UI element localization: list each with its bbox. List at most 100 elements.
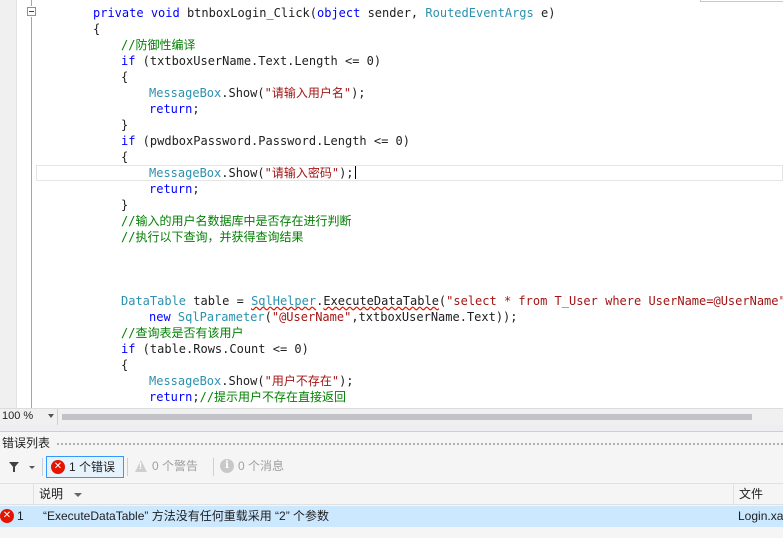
code-token: MessageBox <box>149 374 222 388</box>
code-line[interactable]: { <box>121 357 128 373</box>
editor-margin <box>0 0 17 408</box>
code-line[interactable]: //输入的用户名数据库中是否存在进行判断 <box>121 213 351 229</box>
code-token: if <box>121 342 136 356</box>
code-line[interactable]: } <box>121 197 128 213</box>
error-description: “ExecuteDataTable” 方法没有任何重载采用 “2” 个参数 <box>43 509 330 523</box>
code-line[interactable]: { <box>93 21 100 37</box>
code-line[interactable]: //防御性编译 <box>121 37 195 53</box>
code-line[interactable]: { <box>121 69 128 85</box>
code-token: SqlParameter <box>177 310 265 324</box>
code-line[interactable]: return; <box>149 181 200 197</box>
column-header-icon[interactable] <box>0 484 34 505</box>
code-token: void <box>150 6 180 20</box>
code-line[interactable]: } <box>121 117 128 133</box>
messages-filter-button[interactable]: i 0 个消息 <box>216 456 294 478</box>
panel-grip[interactable] <box>56 442 783 447</box>
code-token: //防御性编译 <box>121 38 196 52</box>
toolbar-separator <box>42 458 43 476</box>
table-row[interactable]: ✕ 1 “ExecuteDataTable” 方法没有任何重载采用 “2” 个参… <box>0 506 783 527</box>
collapse-icon[interactable] <box>27 7 36 16</box>
editor-status-bar: 100 % <box>0 408 783 425</box>
code-line[interactable]: //查询表是否有该用户 <box>121 325 243 341</box>
code-token: ; <box>192 182 200 196</box>
code-token: { <box>121 358 129 372</box>
code-token: "select * from T_User where UserName=@Us… <box>446 294 783 308</box>
code-line[interactable]: { <box>121 149 128 165</box>
code-token: if <box>121 54 136 68</box>
code-token: "用户不存在" <box>264 374 340 388</box>
code-token: .Show( <box>221 86 265 100</box>
scrollbar-thumb[interactable] <box>62 414 752 420</box>
code-line[interactable]: if (table.Rows.Count <= 0) <box>121 341 309 357</box>
error-index: 1 <box>17 509 24 523</box>
code-line[interactable]: DataTable table = SqlHelper.ExecuteDataT… <box>121 293 783 309</box>
zoom-dropdown[interactable]: 100 % <box>0 409 58 425</box>
code-token: ; <box>192 390 200 404</box>
code-line[interactable]: return; <box>149 101 200 117</box>
code-line[interactable]: new SqlParameter("@UserName",txtboxUserN… <box>149 309 518 325</box>
chevron-down-icon[interactable] <box>74 493 82 497</box>
code-token: return <box>149 102 193 116</box>
errors-filter-button[interactable]: ✕ 1 个错误 <box>46 456 124 478</box>
errors-count-label: 1 个错误 <box>69 460 116 474</box>
code-token: SqlHelper <box>251 294 317 308</box>
code-token: table = <box>186 294 252 308</box>
code-token: //输入的用户名数据库中是否存在进行判断 <box>121 214 352 228</box>
code-line[interactable]: MessageBox.Show("用户不存在"); <box>149 373 354 389</box>
column-header-label: 说明 <box>39 487 64 501</box>
code-token: DataTable <box>121 294 187 308</box>
code-token: .Show( <box>221 166 265 180</box>
code-line[interactable]: MessageBox.Show("请输入用户名"); <box>149 85 366 101</box>
outline-guide <box>31 17 32 408</box>
code-token: (pwdboxPassword.Password.Length <= 0) <box>135 134 410 148</box>
info-icon: i <box>220 459 234 473</box>
code-line[interactable]: //执行以下查询，并获得查询结果 <box>121 229 303 245</box>
code-token: object <box>317 6 361 20</box>
code-line[interactable]: if (txtboxUserName.Text.Length <= 0) <box>121 53 381 69</box>
column-header-file[interactable]: 文件 <box>735 484 783 505</box>
code-token: (table.Rows.Count <= 0) <box>135 342 309 356</box>
code-token: MessageBox <box>149 166 222 180</box>
code-line[interactable]: return;//提示用户不存在直接返回 <box>149 389 346 405</box>
horizontal-scrollbar[interactable] <box>60 412 780 422</box>
panel-title: 错误列表 <box>2 436 51 450</box>
code-token: ,txtboxUserName.Text)); <box>351 310 518 324</box>
column-header-description[interactable]: 说明 <box>35 484 734 505</box>
code-token: "@UserName" <box>271 310 352 324</box>
code-token: { <box>121 150 129 164</box>
error-icon: ✕ <box>0 509 14 523</box>
warning-icon <box>135 460 147 472</box>
window-edge <box>700 0 783 2</box>
code-token: .Show( <box>221 374 265 388</box>
code-token: "请输入用户名" <box>264 86 352 100</box>
chevron-down-icon <box>29 466 35 469</box>
code-editor[interactable]: private void btnboxLogin_Click(object se… <box>0 0 783 408</box>
code-token: new <box>149 310 171 324</box>
filter-icon <box>9 462 19 472</box>
error-list-panel: 错误列表 ✕ 1 个错误 0 个警告 i 0 个消息 说明 文件 <box>0 431 783 538</box>
code-token: //执行以下查询，并获得查询结果 <box>121 230 304 244</box>
toolbar-separator <box>213 458 214 476</box>
filter-dropdown[interactable] <box>5 458 39 476</box>
code-token: } <box>121 118 129 132</box>
code-token: //提示用户不存在直接返回 <box>199 390 347 404</box>
code-token: private <box>93 6 144 20</box>
code-token: sender, <box>360 6 426 20</box>
code-line[interactable]: MessageBox.Show("请输入密码"); <box>149 165 356 181</box>
warnings-filter-button[interactable]: 0 个警告 <box>130 456 212 478</box>
code-line[interactable]: private void btnboxLogin_Click(object se… <box>93 5 555 21</box>
code-token: ( <box>264 310 272 324</box>
code-token: } <box>121 198 129 212</box>
error-table-header: 说明 文件 <box>0 483 783 505</box>
code-token: return <box>149 182 193 196</box>
zoom-level: 100 % <box>2 410 34 422</box>
code-token: MessageBox <box>149 86 222 100</box>
code-token: //查询表是否有该用户 <box>121 326 244 340</box>
code-token: ); <box>339 166 354 180</box>
code-token: { <box>121 70 129 84</box>
code-line[interactable]: if (pwdboxPassword.Password.Length <= 0) <box>121 133 410 149</box>
code-token: "请输入密码" <box>264 166 340 180</box>
code-token: e) <box>533 6 556 20</box>
